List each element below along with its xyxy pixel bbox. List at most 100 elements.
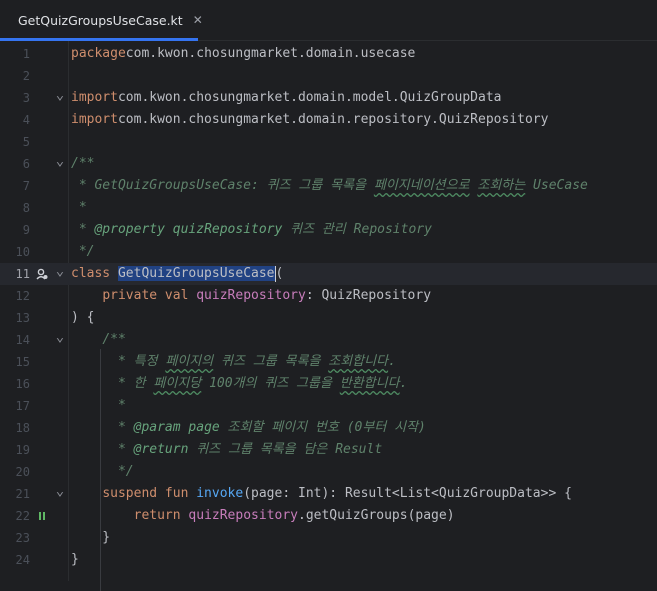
line-number[interactable]: 5: [0, 131, 30, 153]
line-number[interactable]: 22: [0, 505, 30, 527]
chevron-down-icon[interactable]: ⌄: [54, 484, 66, 499]
code-line[interactable]: 23 }: [0, 527, 657, 549]
line-number[interactable]: 7: [0, 175, 30, 197]
line-number[interactable]: 10: [0, 241, 30, 263]
code-text[interactable]: packagecom.kwon.chosungmarket.domain.use…: [71, 43, 415, 65]
line-number[interactable]: 21: [0, 483, 30, 505]
line-number[interactable]: 24: [0, 549, 30, 571]
code-line[interactable]: 21 ⌄ suspend fun invoke(page: Int): Resul…: [0, 483, 657, 505]
code-line[interactable]: 17 *: [0, 395, 657, 417]
code-line[interactable]: 16 * 한 페이지당 100개의 퀴즈 그룹을 반환합니다.: [0, 373, 657, 395]
code-text[interactable]: ) {: [71, 307, 94, 329]
code-token: *: [71, 222, 95, 237]
line-number[interactable]: 11: [0, 263, 30, 285]
line-number[interactable]: 15: [0, 351, 30, 373]
code-token: 반환합니다: [339, 376, 400, 391]
code-token: *: [102, 442, 134, 457]
code-line[interactable]: 7 * GetQuizGroupsUseCase: 퀴즈 그룹 목록을 페이지네…: [0, 175, 657, 197]
code-line[interactable]: 24}: [0, 549, 657, 571]
line-number[interactable]: 19: [0, 439, 30, 461]
line-number[interactable]: 20: [0, 461, 30, 483]
chevron-down-icon[interactable]: ⌄: [54, 264, 66, 279]
code-text[interactable]: }: [71, 549, 79, 571]
code-text[interactable]: suspend fun invoke(page: Int): Result<Li…: [71, 483, 572, 505]
code-line[interactable]: 15 * 특정 페이지의 퀴즈 그룹 목록을 조회합니다.: [0, 351, 657, 373]
code-text[interactable]: *: [71, 197, 87, 219]
code-line[interactable]: 4 importcom.kwon.chosungmarket.domain.rep…: [0, 109, 657, 131]
line-number[interactable]: 8: [0, 197, 30, 219]
code-text[interactable]: /**: [71, 153, 94, 175]
code-text[interactable]: */: [71, 241, 95, 263]
code-text[interactable]: }: [71, 527, 110, 549]
line-number[interactable]: 4: [0, 109, 30, 131]
code-line[interactable]: 10 */: [0, 241, 657, 263]
code-text[interactable]: importcom.kwon.chosungmarket.domain.repo…: [71, 109, 548, 131]
code-token: import: [71, 90, 118, 105]
line-number[interactable]: 23: [0, 527, 30, 549]
code-text[interactable]: *: [71, 395, 126, 417]
code-line[interactable]: 1 packagecom.kwon.chosungmarket.domain.us…: [0, 43, 657, 65]
line-number[interactable]: 13: [0, 307, 30, 329]
file-tab[interactable]: GetQuizGroupsUseCase.kt ✕: [0, 0, 203, 41]
line-number[interactable]: 18: [0, 417, 30, 439]
person-run-icon[interactable]: [36, 268, 48, 280]
close-icon[interactable]: ✕: [193, 13, 203, 27]
code-editor[interactable]: 1 packagecom.kwon.chosungmarket.domain.us…: [0, 41, 657, 591]
line-number[interactable]: 6: [0, 153, 30, 175]
code-text[interactable]: /**: [71, 329, 126, 351]
code-text[interactable]: return quizRepository.getQuizGroups(page…: [71, 505, 455, 527]
code-token: com.kwon.chosungmarket.domain.repository…: [117, 112, 549, 127]
code-text[interactable]: importcom.kwon.chosungmarket.domain.mode…: [71, 87, 501, 109]
code-text[interactable]: private val quizRepository: QuizReposito…: [71, 285, 431, 307]
code-line[interactable]: 18 * @param page 조회할 페이지 번호 (0부터 시작): [0, 417, 657, 439]
line-number[interactable]: 1: [0, 43, 30, 65]
code-line[interactable]: 8 *: [0, 197, 657, 219]
code-line[interactable]: 3 ⌄ importcom.kwon.chosungmarket.domain.mo…: [0, 87, 657, 109]
code-line[interactable]: 19 * @return 퀴즈 그룹 목록을 담은 Result: [0, 439, 657, 461]
code-line[interactable]: 22 return quizRepository.getQuizGroups(p…: [0, 505, 657, 527]
code-line[interactable]: 12 private val quizRepository: QuizRepos…: [0, 285, 657, 307]
code-text[interactable]: * @return 퀴즈 그룹 목록을 담은 Result: [71, 439, 382, 461]
code-text[interactable]: */: [71, 461, 134, 483]
code-token: quizRepository: [196, 288, 306, 303]
code-line[interactable]: 13 ) {: [0, 307, 657, 329]
code-line[interactable]: 20 */: [0, 461, 657, 483]
code-token: 100개의 퀴즈 그룹을: [201, 376, 340, 391]
chevron-down-icon[interactable]: ⌄: [54, 88, 66, 103]
code-token: com.kwon.chosungmarket.domain.usecase: [125, 46, 416, 61]
code-line[interactable]: 14 ⌄ /**: [0, 329, 657, 351]
line-number[interactable]: 17: [0, 395, 30, 417]
code-text[interactable]: * 특정 페이지의 퀴즈 그룹 목록을 조회합니다.: [71, 351, 396, 373]
code-token: /**: [102, 332, 126, 347]
line-number[interactable]: 16: [0, 373, 30, 395]
code-token: *: [102, 420, 134, 435]
code-text[interactable]: * GetQuizGroupsUseCase: 퀴즈 그룹 목록을 페이지네이션…: [71, 175, 588, 197]
tab-label: GetQuizGroupsUseCase.kt: [18, 12, 183, 28]
code-text[interactable]: class GetQuizGroupsUseCase(: [71, 263, 283, 285]
code-line[interactable]: 5: [0, 131, 657, 153]
line-number[interactable]: 3: [0, 87, 30, 109]
line-number[interactable]: 12: [0, 285, 30, 307]
code-text[interactable]: * @param page 조회할 페이지 번호 (0부터 시작): [71, 417, 426, 439]
line-number[interactable]: 14: [0, 329, 30, 351]
code-line[interactable]: 6 ⌄ /**: [0, 153, 657, 175]
code-line[interactable]: 11 ⌄ class GetQuizGroupsUseCase(: [0, 263, 657, 285]
line-number[interactable]: 9: [0, 219, 30, 241]
code-text[interactable]: * @property quizRepository 퀴즈 관리 Reposit…: [71, 219, 432, 241]
chevron-down-icon[interactable]: ⌄: [54, 330, 66, 345]
line-number[interactable]: 2: [0, 65, 30, 87]
code-line[interactable]: 9 * @property quizRepository 퀴즈 관리 Repos…: [0, 219, 657, 241]
code-line[interactable]: 2: [0, 65, 657, 87]
code-token: */: [102, 464, 134, 479]
chevron-down-icon[interactable]: ⌄: [54, 154, 66, 169]
code-token: UseCase: [525, 178, 588, 193]
code-text[interactable]: * 한 페이지당 100개의 퀴즈 그룹을 반환합니다.: [71, 373, 407, 395]
code-token: 퀴즈 관리 Repository: [282, 222, 432, 237]
pause-icon[interactable]: [36, 510, 48, 522]
